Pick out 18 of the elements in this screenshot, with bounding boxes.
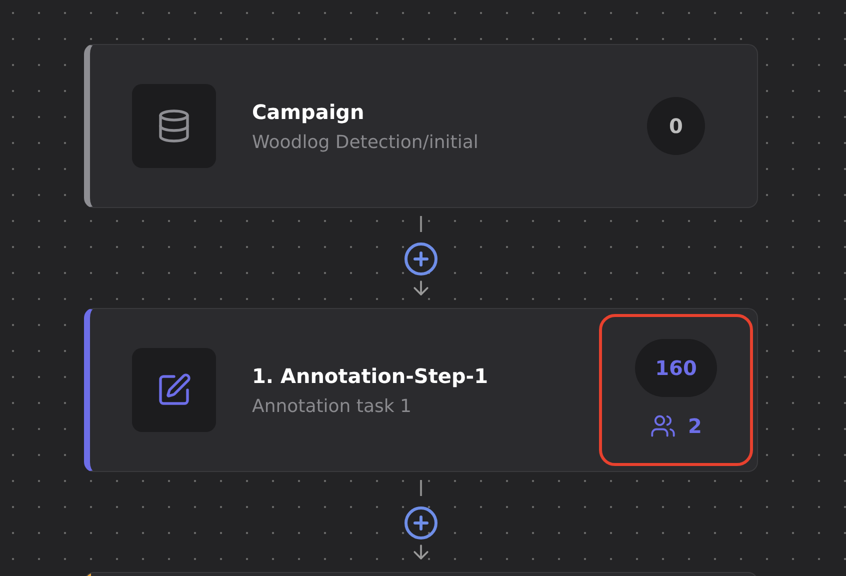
step-title: 1. Annotation-Step-1 [252, 362, 489, 390]
edit-icon [156, 372, 192, 408]
connector-line [420, 480, 422, 496]
member-count: 2 [688, 413, 702, 440]
count-badge: 0 [647, 97, 705, 155]
users-icon [650, 413, 676, 439]
step-subtitle: Woodlog Detection/initial [252, 130, 480, 154]
add-step-button[interactable] [403, 241, 439, 277]
add-icon [403, 505, 439, 541]
database-icon [156, 108, 192, 144]
step-card[interactable]: Campaign Woodlog Detection/initial 0 [84, 44, 758, 208]
add-icon [403, 241, 439, 277]
step-subtitle: Annotation task 1 [252, 394, 412, 418]
add-step-button[interactable] [403, 505, 439, 541]
connector-line [420, 216, 422, 232]
step-title: Campaign [252, 98, 366, 126]
count-badge: 160 [635, 339, 717, 397]
step-card[interactable]: 1. Annotation-Step-1 Annotation task 1 160 2 [84, 308, 758, 472]
